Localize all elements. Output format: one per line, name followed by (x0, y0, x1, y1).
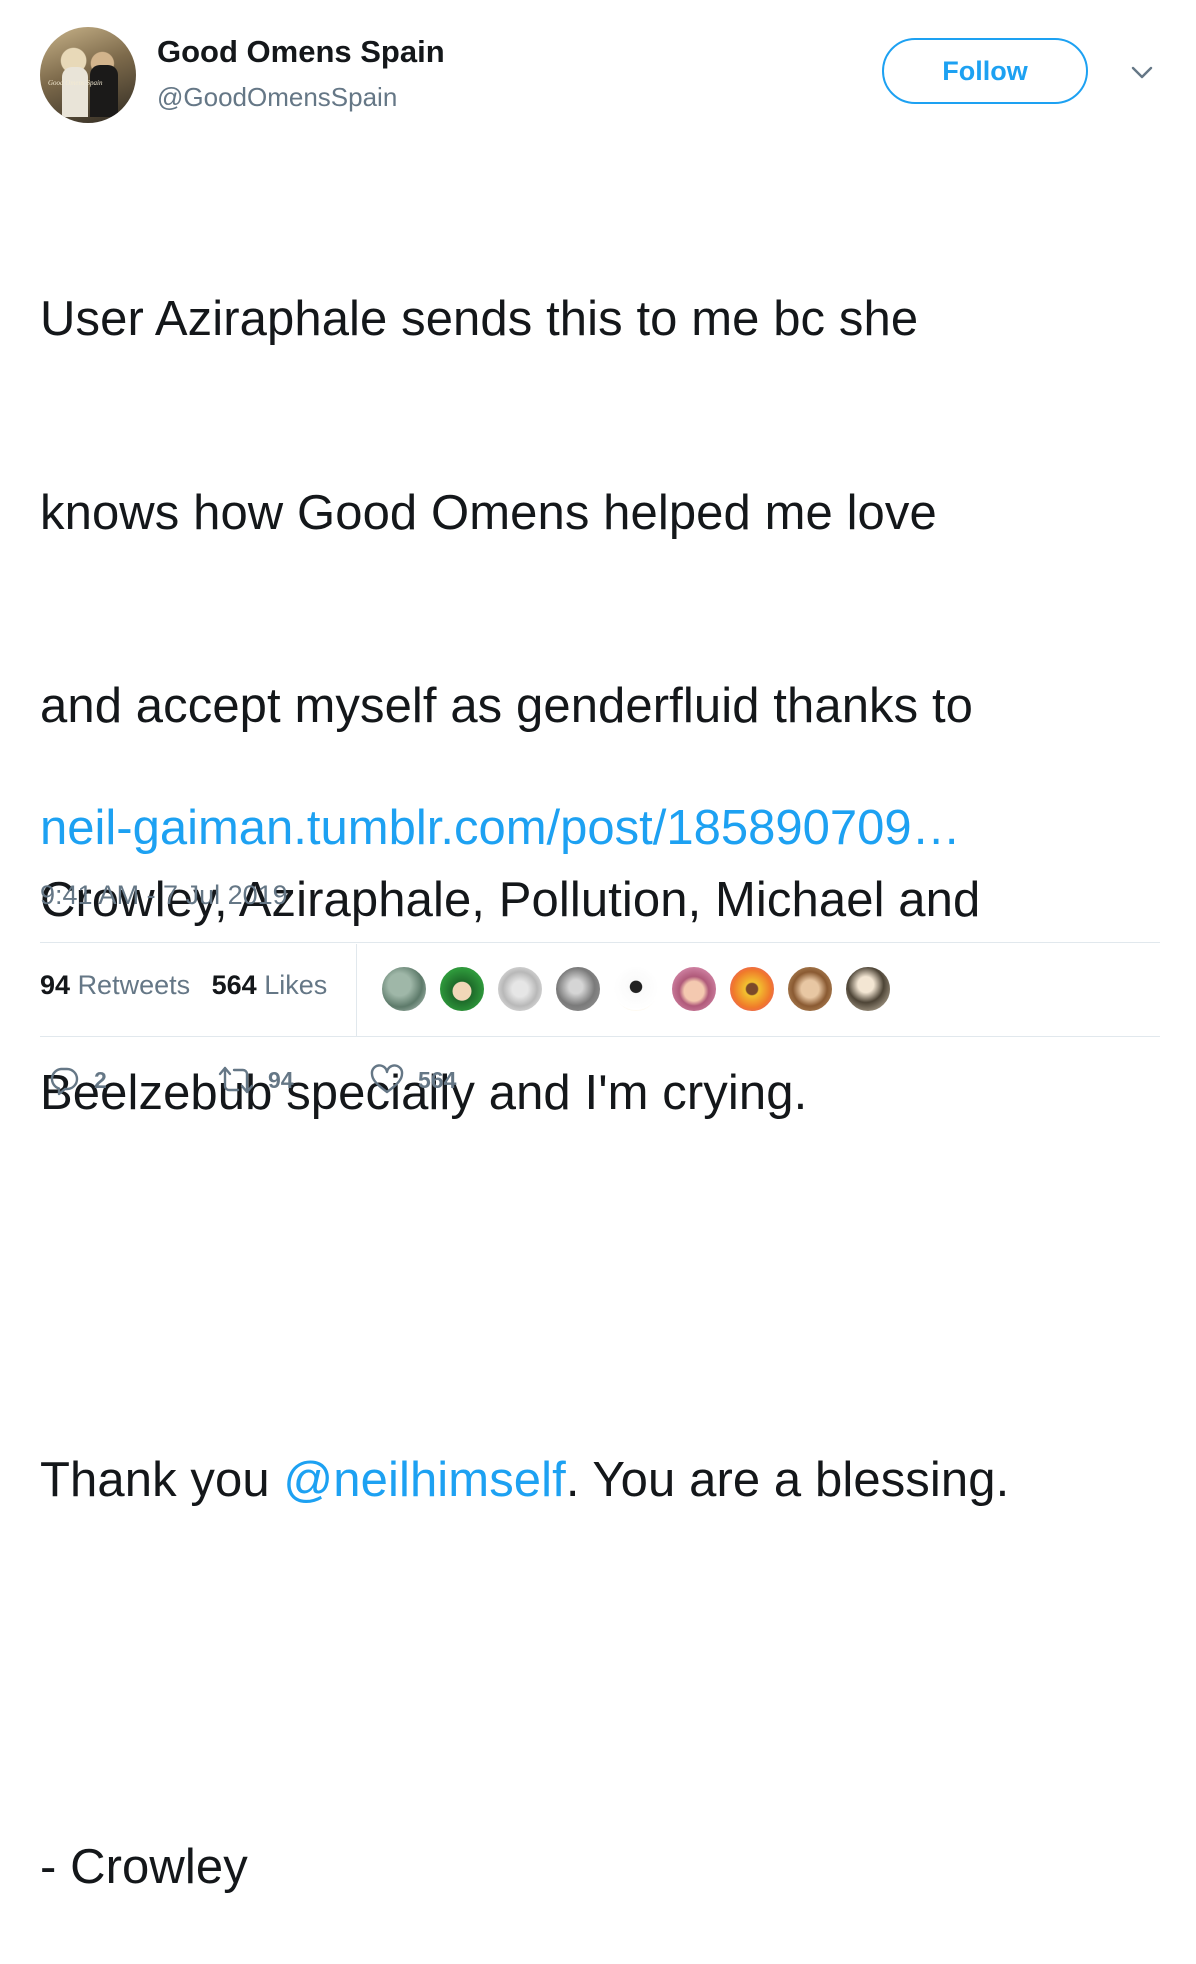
retweets-stat[interactable]: 94 Retweets (40, 970, 190, 1000)
reply-button[interactable]: 2 (48, 1064, 107, 1096)
like-count: 564 (418, 1066, 457, 1093)
liker-avatar[interactable] (844, 965, 892, 1013)
avatar[interactable]: Good Omens Spain (40, 27, 136, 123)
reply-icon (50, 1067, 79, 1096)
tweet-stats: 94 Retweets 564 Likes (40, 970, 341, 1001)
divider (40, 1036, 1160, 1037)
retweets-count: 94 (40, 970, 71, 1000)
liker-avatar[interactable] (438, 965, 486, 1013)
avatar-figure-angel (62, 67, 88, 117)
liker-avatar[interactable] (380, 965, 428, 1013)
retweet-icon (218, 1066, 254, 1094)
liker-avatar[interactable] (496, 965, 544, 1013)
tweet-line: User Aziraphale sends this to me bc she (40, 292, 919, 346)
mention-link[interactable]: @neilhimself (283, 1453, 565, 1507)
thanks-suffix: . You are a blessing. (565, 1453, 1010, 1507)
likes-label: Likes (264, 970, 328, 1000)
display-name[interactable]: Good Omens Spain (157, 34, 445, 70)
avatar-caption: Good Omens Spain (48, 79, 103, 87)
thanks-line: Thank you @neilhimself. You are a blessi… (40, 1448, 1160, 1513)
user-handle[interactable]: @GoodOmensSpain (157, 82, 397, 113)
liker-avatar[interactable] (786, 965, 834, 1013)
liker-avatar[interactable] (554, 965, 602, 1013)
tweet-text: User Aziraphale sends this to me bc she … (40, 158, 1160, 1964)
signature: - Crowley (40, 1840, 248, 1894)
stats-separator (356, 944, 357, 1036)
likes-count: 564 (211, 970, 257, 1000)
like-button[interactable]: 564 (370, 1064, 456, 1096)
liker-avatar[interactable] (728, 965, 776, 1013)
avatar-figure-demon (90, 65, 118, 117)
tweet-line: and accept myself as genderfluid thanks … (40, 679, 974, 733)
retweets-label: Retweets (77, 970, 191, 1000)
tumblr-link[interactable]: neil-gaiman.tumblr.com/post/185890709… (40, 801, 961, 855)
chevron-down-icon[interactable] (1129, 62, 1155, 82)
liker-avatar[interactable] (612, 965, 660, 1013)
retweet-button[interactable]: 94 (218, 1064, 294, 1096)
timestamp[interactable]: 9:41 AM - 7 Jul 2019 (40, 880, 288, 911)
reply-count: 2 (94, 1066, 107, 1093)
divider (40, 942, 1160, 943)
tweet-line: Beelzebub specially and I'm crying. (40, 1066, 808, 1120)
follow-button[interactable]: Follow (882, 38, 1088, 104)
liker-avatar[interactable] (670, 965, 718, 1013)
thanks-prefix: Thank you (40, 1453, 284, 1507)
likes-stat[interactable]: 564 Likes (212, 970, 328, 1000)
tweet-line: knows how Good Omens helped me love (40, 485, 937, 540)
retweet-count: 94 (268, 1066, 294, 1093)
heart-icon (370, 1064, 404, 1094)
